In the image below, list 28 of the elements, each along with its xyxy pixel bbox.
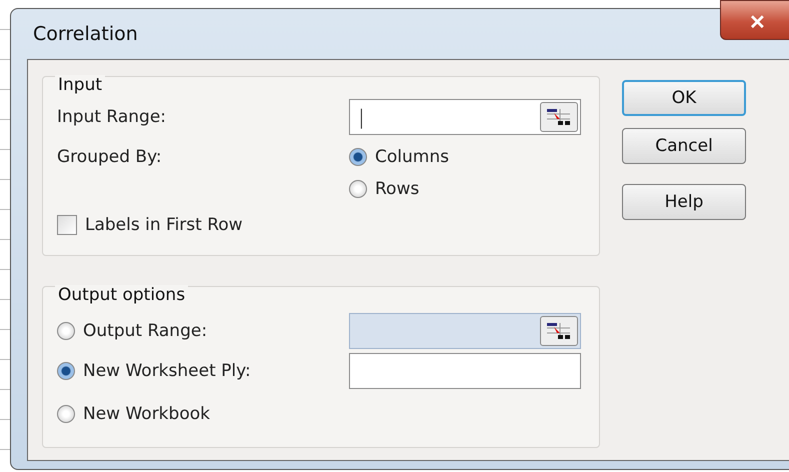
radio-option[interactable]: New Worksheet Ply:	[57, 361, 251, 381]
radio-icon[interactable]	[57, 405, 75, 423]
close-button[interactable]: ✕	[720, 0, 789, 40]
input-range-field[interactable]: |	[349, 99, 581, 135]
window-title: Correlation	[33, 23, 138, 45]
checkbox-option[interactable]: Labels in First Row	[57, 215, 243, 235]
field-label: Grouped By:	[57, 146, 163, 167]
radio-icon[interactable]	[349, 180, 367, 198]
checkbox[interactable]	[57, 215, 77, 235]
dialog-button[interactable]: Help	[622, 184, 746, 220]
radio-option[interactable]: Rows	[349, 179, 449, 199]
radio-option[interactable]: New Workbook	[57, 404, 210, 424]
group-title: Output options	[55, 285, 188, 305]
group-title: Input	[55, 75, 106, 95]
dialog-button[interactable]: Cancel	[622, 128, 746, 164]
radio-option[interactable]: Output Range:	[57, 321, 208, 341]
radio-option[interactable]: Columns	[349, 147, 449, 167]
dialog-button[interactable]: OK	[622, 80, 746, 116]
radio-icon[interactable]	[349, 148, 367, 166]
radio-icon[interactable]	[57, 322, 75, 340]
range-picker-icon	[546, 321, 572, 341]
range-picker-button[interactable]	[540, 316, 578, 346]
radio-icon[interactable]	[57, 362, 75, 380]
output-range-field[interactable]	[349, 313, 581, 349]
range-picker-button[interactable]	[540, 102, 578, 132]
field-label: Input Range:	[57, 107, 168, 127]
worksheet-name-field[interactable]	[349, 353, 581, 389]
range-picker-icon	[546, 107, 572, 127]
